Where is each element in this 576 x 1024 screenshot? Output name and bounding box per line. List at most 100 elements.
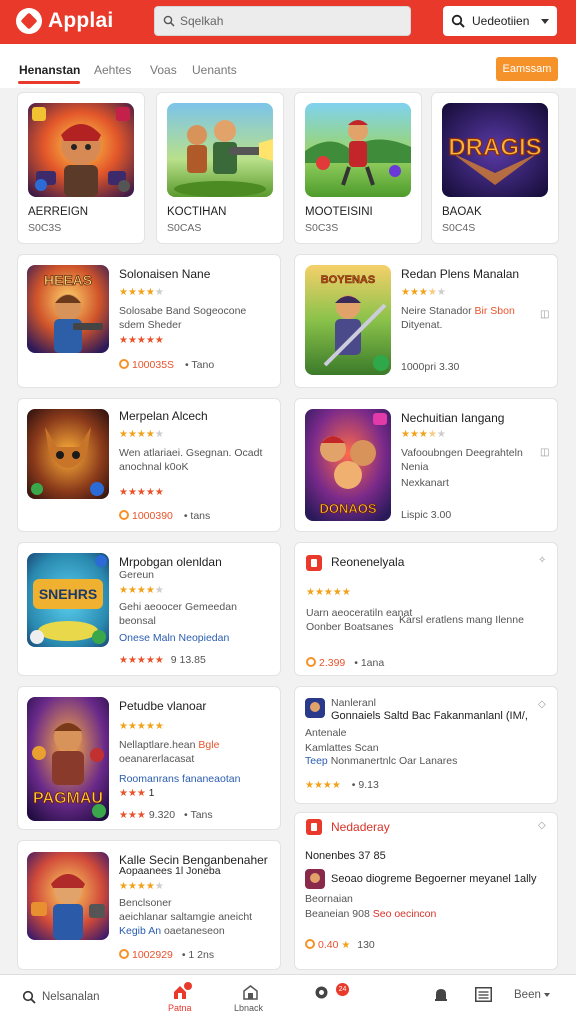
game-description: Neire Stanador Bir Sbon	[401, 305, 515, 317]
game-list-card[interactable]: SNEHRS Mrpobgan olenldan Gereun ★★★★★ Ge…	[17, 542, 281, 676]
game-list-card[interactable]: Kalle Secin Benganbenaher Aopaanees 1l J…	[17, 840, 281, 970]
logo-icon	[16, 8, 42, 34]
bell-icon	[435, 989, 447, 1001]
list-icon	[475, 987, 492, 1002]
game-title: AERREIGN	[28, 206, 89, 218]
game-description: Benclsoner	[119, 897, 172, 909]
game-thumbnail	[305, 103, 411, 197]
nav-more[interactable]: Been	[514, 989, 550, 1001]
tab-henanstan[interactable]: Henanstan	[19, 63, 80, 77]
game-subtitle: Gereun	[119, 569, 155, 581]
game-subtitle: S0C3S	[28, 222, 62, 234]
star-rating: ★★★★★	[119, 287, 164, 298]
game-title: Nanleranl	[331, 697, 376, 709]
nav-search[interactable]	[22, 990, 36, 1009]
game-thumbnail	[27, 852, 109, 940]
pin-icon[interactable]: ◇	[538, 699, 546, 710]
game-description: anochnal k0oK	[119, 461, 189, 473]
game-list-card[interactable]: Reonenelyala ✧ ★★★★★ Uarn aeoceratiln ea…	[294, 542, 558, 676]
tab-aehtes[interactable]: Aehtes	[94, 63, 131, 77]
sub-rating: ★★★★★	[119, 335, 164, 346]
game-list-card[interactable]: Merpelan Alcech ★★★★★ Wen atlariaei. Gse…	[17, 398, 281, 532]
featured-card[interactable]: MOOTEISINI S0C3S	[294, 92, 422, 244]
price-meta: 1002929 • 1 2ns	[119, 949, 214, 961]
category-dropdown[interactable]: Uedeotiien	[443, 6, 557, 36]
game-thumbnail: HEEAS	[27, 265, 109, 353]
search-icon	[451, 14, 465, 28]
rating-price-meta: ★★★ 9.320 • Tans	[119, 809, 213, 821]
nav-more-label: Been	[514, 989, 541, 1001]
star-rating: ★★★★★	[119, 881, 164, 892]
game-title: KOCTIHAN	[167, 206, 227, 218]
pin-icon[interactable]: ◇	[538, 820, 546, 831]
game-description: Dityenat.	[401, 319, 443, 331]
nav-list[interactable]	[475, 987, 492, 1007]
game-list-card[interactable]: BOYENAS Redan Plens Manalan ★★★★★ Neire …	[294, 254, 558, 388]
game-description: Wen atlariaei. Gsegnan. Ocadt	[119, 447, 263, 459]
game-thumbnail: SNEHRS	[27, 553, 109, 647]
nav-notifications[interactable]	[314, 985, 329, 1005]
game-title: Nechuitian Iangang	[401, 411, 505, 425]
game-title: Reonenelyala	[331, 555, 405, 569]
app-logo[interactable]: Applai	[16, 8, 113, 34]
nav-search-label[interactable]: Nelsanalan	[42, 991, 100, 1003]
tab-bar: Henanstan Aehtes Voas Uenants	[0, 44, 576, 88]
search-input[interactable]	[180, 14, 400, 28]
featured-card[interactable]: KOCTIHAN S0CAS	[156, 92, 284, 244]
action-button[interactable]: Eamssam	[496, 57, 558, 81]
star-rating: ★★★★★	[119, 721, 164, 732]
app-icon	[305, 869, 325, 889]
game-title: Solonaisen Nane	[119, 267, 211, 281]
price-meta: 0.40 ★ 130	[305, 939, 375, 951]
game-thumbnail: DONAOS	[305, 409, 391, 521]
section-label: Nonenbes 37 85	[305, 850, 386, 862]
app-icon	[306, 819, 322, 835]
game-logo-text: DONAOS	[319, 501, 376, 516]
game-title: Redan Plens Manalan	[401, 267, 520, 281]
game-subtitle: S0C4S	[442, 222, 476, 234]
coin-icon	[119, 949, 129, 959]
dropdown-label: Uedeotiien	[472, 14, 530, 28]
sub-rating: ★★★ 1	[119, 788, 155, 799]
chevron-down-icon	[543, 993, 550, 997]
game-title-line2: Aopaanees 1l Joneba	[119, 865, 221, 877]
game-subtitle: Gonnaiels Saltd Bac Fakanmanlanl (IM/,	[331, 710, 528, 722]
star-rating: ★★★★★	[401, 429, 446, 440]
pin-icon[interactable]: ◫	[540, 447, 549, 458]
price-meta: Lispic 3.00	[401, 509, 452, 521]
bottom-navigation: Nelsanalan Patna Lbnack 24 Been	[0, 974, 576, 1024]
game-logo-text: PAGMAU	[33, 790, 103, 807]
game-list-card[interactable]: PAGMAU Petudbe vlanoar ★★★★★ Nellaptlare…	[17, 686, 281, 830]
game-list-card[interactable]: HEEAS Solonaisen Nane ★★★★★ Solosabe Ban…	[17, 254, 281, 388]
game-description: aeichlanar saltamgie aneicht	[119, 911, 253, 923]
game-description: Nenia	[401, 461, 429, 473]
tab-voas[interactable]: Voas	[150, 63, 177, 77]
game-description: Oonber Boatsanes	[306, 621, 394, 633]
game-subtitle: S0C3S	[305, 222, 339, 234]
game-description: Kegib An oaetaneseon	[119, 925, 225, 937]
nav-bell[interactable]	[433, 987, 449, 1008]
star-rating: ★★★★★	[401, 287, 446, 298]
tab-uenants[interactable]: Uenants	[192, 63, 237, 77]
game-description: Uarn aeoceratiln eanat	[306, 607, 413, 619]
pin-icon[interactable]: ✧	[538, 555, 546, 566]
game-list-card[interactable]: DONAOS Nechuitian Iangang ★★★★★ Vafooubn…	[294, 398, 558, 532]
app-icon	[305, 698, 325, 718]
nav-library[interactable]	[243, 985, 258, 1005]
game-logo-text: HEEAS	[44, 272, 92, 288]
nav-home-label[interactable]: Patna	[168, 1003, 192, 1013]
coin-icon	[119, 359, 129, 369]
library-icon	[243, 985, 258, 1000]
nav-library-label[interactable]: Lbnack	[234, 1003, 263, 1013]
pin-icon[interactable]: ◫	[540, 309, 549, 320]
game-list-card[interactable]: Nedaderay ◇ Nonenbes 37 85 Seoao diogrem…	[294, 812, 558, 970]
game-link[interactable]: Onese Maln Neopiedan	[119, 632, 229, 644]
game-link[interactable]: Roomanrans fananeaotan	[119, 773, 240, 785]
game-description: Vafooubngen Deegrahteln	[401, 447, 523, 459]
game-list-card[interactable]: Nanleranl Gonnaiels Saltd Bac Fakanmanla…	[294, 686, 558, 804]
featured-card[interactable]: DRAGIS BAOAK S0C4S	[431, 92, 559, 244]
app-name: Applai	[48, 9, 114, 32]
featured-card[interactable]: AERREIGN S0C3S	[17, 92, 145, 244]
game-title: Merpelan Alcech	[119, 409, 208, 423]
search-bar[interactable]	[154, 6, 411, 36]
